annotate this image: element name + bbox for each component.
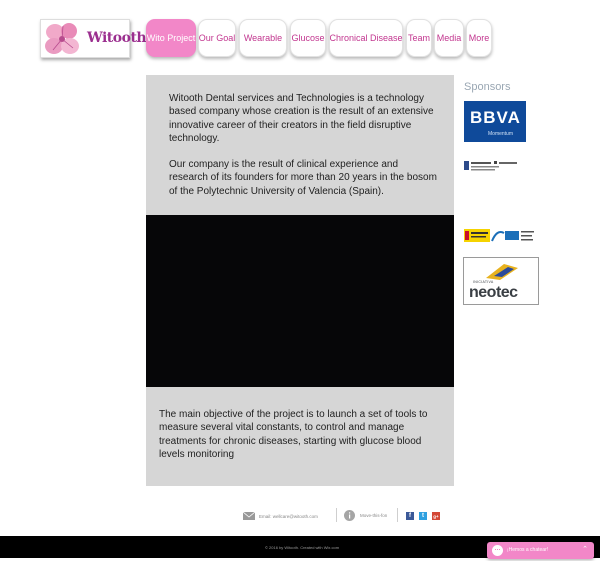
flower-logo-icon — [45, 23, 79, 54]
chat-bubble-icon — [492, 545, 503, 556]
nav-team[interactable]: Team — [406, 19, 432, 57]
objective-paragraph: The main objective of the project is to … — [159, 409, 428, 460]
sponsor-corporate-logo[interactable] — [464, 159, 522, 173]
neotec-arrow-icon — [486, 264, 518, 280]
footer-divider — [336, 508, 337, 522]
nav-glucose[interactable]: Glucose — [290, 19, 326, 57]
footer-phone-text: Move-this-fon — [360, 512, 388, 518]
nav-wearable[interactable]: Wearable — [239, 19, 287, 57]
sponsors-title: Sponsors — [464, 81, 511, 93]
bbva-logo-subtext: Momentum — [488, 131, 514, 137]
sponsor-government-logo[interactable] — [464, 227, 536, 244]
nav-more[interactable]: More — [466, 19, 492, 57]
google-plus-icon[interactable]: g+ — [432, 512, 440, 520]
nav-wito-project[interactable]: Wito Project — [146, 19, 196, 57]
copyright-text: © 2016 by Witooth. Created with Wix.com — [265, 545, 340, 550]
nav-our-goal[interactable]: Our Goal — [198, 19, 236, 57]
objective-panel: The main objective of the project is to … — [146, 387, 454, 486]
footer-divider — [397, 508, 398, 522]
info-icon — [344, 509, 355, 521]
intro-panel: Witooth Dental services and Technologies… — [146, 75, 454, 215]
sponsor-bbva-logo[interactable]: BBVA Momentum — [464, 101, 526, 142]
footer-email[interactable]: Email: wellcare@witooth.com — [243, 511, 318, 521]
chat-widget[interactable]: ¡Hemos a chatear! ⌃ — [487, 542, 594, 559]
site-logo[interactable]: Witooth — [40, 19, 147, 58]
twitter-icon[interactable]: t — [419, 512, 427, 520]
sponsor-neotec-logo[interactable]: INICIATIVA neotec — [463, 257, 539, 305]
nav-media[interactable]: Media — [434, 19, 464, 57]
sponsor-government-icon — [464, 229, 534, 242]
footer-phone: Move-this-fon — [344, 509, 387, 521]
footer-email-text: Email: wellcare@witooth.com — [259, 513, 318, 519]
video-player[interactable] — [146, 215, 454, 387]
intro-paragraph-1: Witooth Dental services and Technologies… — [169, 93, 434, 144]
neotec-logo-text: neotec — [469, 284, 518, 301]
sponsor-corporate-icon — [464, 161, 517, 171]
chevron-up-icon[interactable]: ⌃ — [582, 545, 588, 553]
facebook-icon[interactable]: f — [406, 512, 414, 520]
intro-paragraph-2: Our company is the result of clinical ex… — [169, 159, 437, 197]
chat-label: ¡Hemos a chatear! — [507, 547, 549, 553]
envelope-icon — [243, 512, 255, 520]
logo-text: Witooth — [87, 30, 147, 46]
bbva-logo-text: BBVA — [470, 108, 521, 127]
nav-chronical-disease[interactable]: Chronical Disease — [329, 19, 403, 57]
